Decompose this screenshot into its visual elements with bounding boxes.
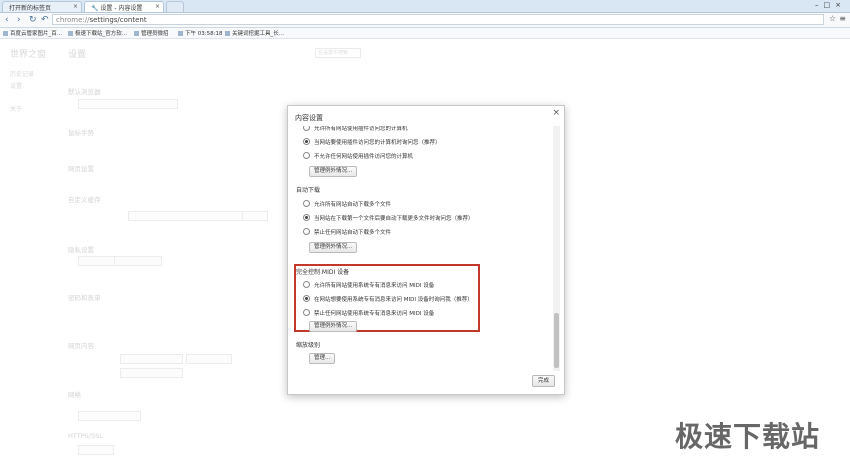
done-button[interactable]: 完成 xyxy=(531,375,555,387)
favicon-icon xyxy=(178,31,183,36)
bookmark-star-icon[interactable]: ☆ xyxy=(829,14,836,23)
group-title: 缩放级别 xyxy=(296,342,321,349)
scrollbar[interactable] xyxy=(553,126,560,371)
bookmark-item[interactable]: 管理员微招 xyxy=(134,29,169,37)
group-title: 完全控制 MIDI 设备 xyxy=(296,269,350,276)
back-icon[interactable]: ‹ xyxy=(5,14,9,26)
radio-button[interactable] xyxy=(303,152,310,159)
bookmark-item[interactable]: 关键词挖掘工具_长... xyxy=(225,29,284,37)
dialog-scroll-area[interactable]: 允许所有网站使用插件访问您的计算机 当网站要使用插件访问您的计算机时询问您（推荐… xyxy=(293,126,551,371)
tab-label: 设置 - 内容设置 xyxy=(100,5,143,12)
radio-option[interactable]: 不允许任何网站使用插件访问您的计算机 xyxy=(303,152,413,160)
tab-new-tab[interactable]: 打开新的标签页 × xyxy=(2,1,82,12)
bookmark-item[interactable]: 极速下载站_官方软... xyxy=(68,29,127,37)
manage-button[interactable]: 管理... xyxy=(309,353,336,364)
close-tab-icon[interactable]: × xyxy=(155,3,160,10)
window-controls[interactable]: –□× xyxy=(815,1,846,9)
favicon-icon xyxy=(68,31,73,36)
favicon-icon xyxy=(134,31,139,36)
radio-button[interactable] xyxy=(303,126,310,131)
tab-label: 打开新的标签页 xyxy=(9,5,52,12)
close-icon[interactable]: × xyxy=(552,108,560,118)
address-scheme: chrome:// xyxy=(56,16,90,24)
minimize-icon[interactable]: – xyxy=(815,1,824,9)
toolbar: ‹ › ↻ ↶ chrome://settings/content ☆ ≡ xyxy=(0,13,850,28)
manage-exceptions-button[interactable]: 管理例外情况... xyxy=(309,242,358,253)
wrench-icon: 🔧 xyxy=(91,5,99,12)
radio-button[interactable] xyxy=(303,281,310,288)
tab-settings-content[interactable]: 🔧 设置 - 内容设置 × xyxy=(84,1,164,12)
radio-button-selected[interactable] xyxy=(303,138,310,145)
group-title: 自动下载 xyxy=(296,187,321,194)
radio-button-selected[interactable] xyxy=(303,214,310,221)
scrollbar-thumb[interactable] xyxy=(554,313,559,368)
dialog-title: 内容设置 xyxy=(295,114,323,122)
radio-option[interactable]: 允许所有网站使用插件访问您的计算机 xyxy=(303,126,408,132)
undo-icon[interactable]: ↶ xyxy=(41,14,49,26)
maximize-icon[interactable]: □ xyxy=(824,1,836,9)
forward-icon[interactable]: › xyxy=(17,14,21,26)
content-settings-dialog: × 内容设置 允许所有网站使用插件访问您的计算机 当网站要使用插件访问您的计算机… xyxy=(287,105,565,395)
bookmark-item[interactable]: 百度云管家图片_百... xyxy=(3,29,62,37)
close-window-icon[interactable]: × xyxy=(835,1,846,9)
tab-strip: 打开新的标签页 × 🔧 设置 - 内容设置 × –□× xyxy=(0,0,850,13)
manage-exceptions-button[interactable]: 管理例外情况... xyxy=(309,166,358,177)
bookmarks-bar: 百度云管家图片_百... 极速下载站_官方软... 管理员微招 下午 03:58… xyxy=(0,28,850,39)
address-path: settings/content xyxy=(89,16,147,24)
radio-option[interactable]: 禁止任何网站使用系统专有消息来访问 MIDI 设备 xyxy=(303,309,434,317)
radio-option[interactable]: 当网站要使用插件访问您的计算机时询问您（推荐） xyxy=(303,138,441,146)
radio-button[interactable] xyxy=(303,228,310,235)
menu-icon[interactable]: ≡ xyxy=(839,14,846,23)
radio-button[interactable] xyxy=(303,309,310,316)
radio-option[interactable]: 禁止任何网站自动下载多个文件 xyxy=(303,228,391,236)
radio-option[interactable]: 允许所有网站自动下载多个文件 xyxy=(303,200,391,208)
reload-icon[interactable]: ↻ xyxy=(29,14,37,26)
close-tab-icon[interactable]: × xyxy=(73,3,78,10)
radio-option[interactable]: 当网站在下载第一个文件后要自动下载更多文件时询问您（推荐） xyxy=(303,214,474,222)
manage-exceptions-button[interactable]: 管理例外情况... xyxy=(309,321,358,332)
radio-button[interactable] xyxy=(303,200,310,207)
radio-option[interactable]: 允许所有网站使用系统专有消息来访问 MIDI 设备 xyxy=(303,281,434,289)
radio-option[interactable]: 在网站想要使用系统专有消息来访问 MIDI 设备时询问我（推荐） xyxy=(303,295,473,303)
radio-button-selected[interactable] xyxy=(303,295,310,302)
watermark: 极速下载站 xyxy=(675,420,821,453)
favicon-icon xyxy=(225,31,230,36)
address-bar[interactable]: chrome://settings/content xyxy=(52,14,824,25)
new-tab-button[interactable] xyxy=(166,1,184,12)
favicon-icon xyxy=(3,31,8,36)
bookmark-item[interactable]: 下午 03:58:18 xyxy=(178,29,222,37)
